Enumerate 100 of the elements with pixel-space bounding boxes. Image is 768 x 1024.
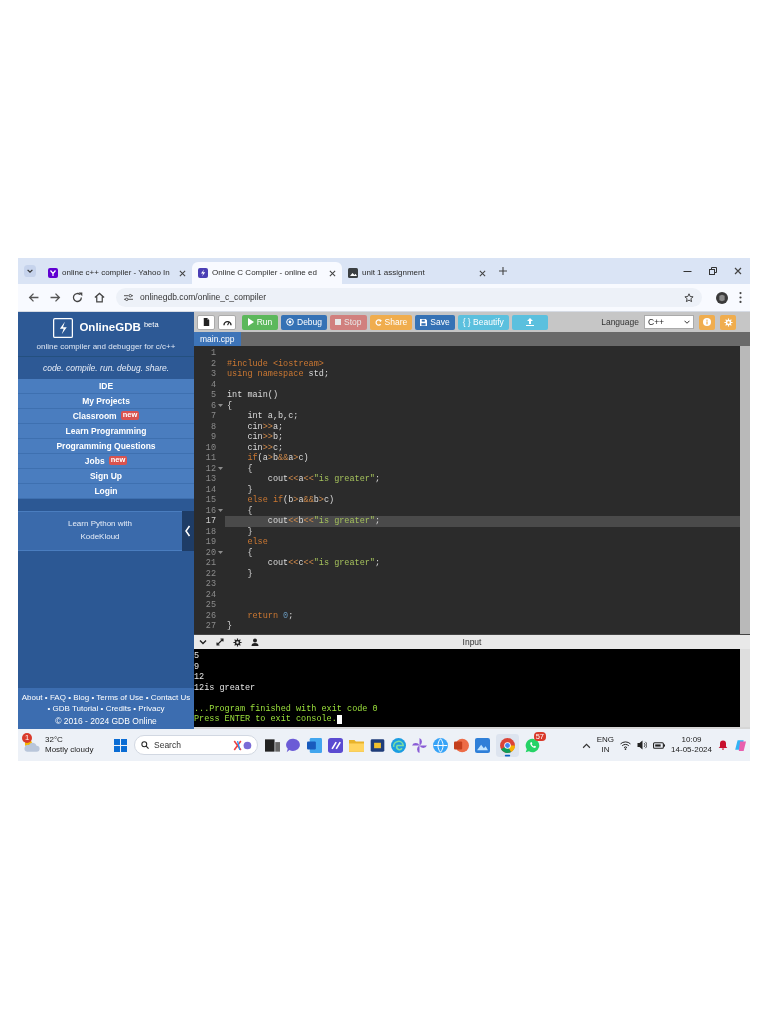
footer-link[interactable]: Credits <box>105 704 131 714</box>
browser-tab[interactable]: Online C Compiler - online ed <box>192 262 342 284</box>
expand-arrows-icon[interactable] <box>216 638 224 646</box>
plus-icon[interactable] <box>499 267 507 275</box>
caret-icon <box>684 320 690 324</box>
doodle-illustration-icon <box>233 740 252 751</box>
wifi-icon[interactable] <box>620 740 632 750</box>
footer-link[interactable]: Blog <box>73 692 90 702</box>
promo-banner[interactable]: Learn Python with KodeKloud <box>18 510 182 551</box>
swirl-circle-icon[interactable] <box>391 737 406 753</box>
chevron-down-icon[interactable] <box>24 265 36 277</box>
profile-icon[interactable] <box>716 291 728 304</box>
line-number: 9 <box>209 432 216 443</box>
line-number: 25 <box>204 600 216 611</box>
toolbar-button[interactable]: Debug <box>281 314 328 330</box>
code-line: else <box>246 537 269 548</box>
gauge-button[interactable] <box>218 314 236 330</box>
back-arrow-icon[interactable] <box>28 292 39 303</box>
phone-bubble-icon[interactable] <box>525 737 540 753</box>
browser-tab[interactable]: unit 1 assignment <box>342 262 492 284</box>
console-line: 5 <box>194 651 200 662</box>
console-line: ...Program finished with exit code 0 <box>194 703 378 714</box>
fold-caret-icon[interactable] <box>218 509 223 513</box>
bullet-separator: • <box>44 692 48 702</box>
fold-caret-icon[interactable] <box>218 551 223 555</box>
weather-condition: Mostly cloudy <box>45 745 94 755</box>
speaker-icon[interactable] <box>637 740 648 750</box>
file-icon <box>202 318 210 326</box>
code-line: cin>>c; <box>246 442 285 453</box>
site-settings-icon[interactable] <box>124 293 133 302</box>
photo-app-icon[interactable] <box>475 737 490 753</box>
upload-icon <box>525 318 534 326</box>
line-number: 12 <box>204 463 216 474</box>
clock-time[interactable]: 10:09 <box>681 735 702 745</box>
footer-link[interactable]: About <box>21 692 43 702</box>
line-number: 26 <box>204 610 216 621</box>
footer-link[interactable]: GDB Tutorial <box>52 704 99 714</box>
code-line: } <box>246 568 254 579</box>
code-editor[interactable] <box>194 346 750 634</box>
line-number: 1 <box>209 348 216 359</box>
line-number: 14 <box>204 484 216 495</box>
input-language[interactable]: ENG <box>596 735 615 745</box>
square-logo-icon <box>48 268 58 278</box>
chat-bubble-icon[interactable] <box>286 737 301 753</box>
battery-icon[interactable] <box>653 741 666 749</box>
start-grid-icon[interactable] <box>114 738 127 752</box>
close-icon[interactable] <box>734 267 742 275</box>
close-icon[interactable] <box>479 269 486 277</box>
pinwheel-icon[interactable] <box>412 737 427 753</box>
line-number: 24 <box>204 589 216 600</box>
address-field[interactable]: onlinegdb.com/online_c_compiler <box>116 288 702 307</box>
browser-tab[interactable]: online c++ compiler - Yahoo In <box>42 262 192 284</box>
target-icon <box>286 318 294 326</box>
language-select[interactable]: C++ <box>644 315 694 329</box>
home-icon[interactable] <box>94 292 105 303</box>
close-icon[interactable] <box>179 269 186 277</box>
code-line: { <box>246 463 254 474</box>
chevron-up-icon[interactable] <box>581 741 591 749</box>
search-field[interactable]: Search <box>134 735 258 755</box>
toolbar-button[interactable]: Save <box>415 314 455 330</box>
close-icon[interactable] <box>329 269 336 277</box>
code-line: int main() <box>226 390 279 401</box>
minimize-icon[interactable] <box>683 270 692 272</box>
file-button[interactable] <box>197 314 215 330</box>
footer-link[interactable]: Terms of Use <box>96 692 144 702</box>
fold-caret-icon[interactable] <box>218 467 223 471</box>
clock-date[interactable]: 14-05-2024 <box>671 745 712 755</box>
file-tab[interactable]: main.cpp <box>194 332 241 346</box>
person-icon[interactable] <box>251 638 259 646</box>
footer-link[interactable]: Privacy <box>138 704 165 714</box>
presentation-app-icon[interactable] <box>454 737 469 753</box>
language-label: Language <box>601 316 639 328</box>
console-line: 12is greater <box>194 682 256 693</box>
document-app-icon[interactable] <box>307 737 322 753</box>
console-line: Press ENTER to exit console. <box>194 714 337 725</box>
code-line: cout<<a<<"is greater"; <box>266 474 382 485</box>
footer-link[interactable]: FAQ <box>49 692 66 702</box>
fold-caret-icon[interactable] <box>218 404 223 408</box>
reload-icon[interactable] <box>72 292 83 303</box>
vertical-scrollbar[interactable] <box>740 346 750 634</box>
more-menu-icon[interactable] <box>739 292 742 303</box>
restore-icon[interactable] <box>709 267 717 275</box>
footer-link[interactable]: Contact Us <box>150 692 191 702</box>
slash-tile-icon[interactable] <box>328 737 343 753</box>
curved-arrow-icon <box>374 318 382 326</box>
input-region[interactable]: IN <box>601 745 610 755</box>
globe-icon[interactable] <box>433 737 448 753</box>
chevron-down-icon[interactable] <box>199 639 207 645</box>
stacked-windows-icon[interactable] <box>265 737 280 753</box>
line-number: 22 <box>204 568 216 579</box>
code-line: using namespace std; <box>226 369 331 380</box>
console-scrollbar[interactable] <box>740 649 750 727</box>
shopping-tile-icon[interactable] <box>370 737 385 753</box>
bell-icon[interactable] <box>718 740 728 750</box>
star-icon[interactable] <box>684 292 694 303</box>
line-number: 23 <box>204 579 216 590</box>
ribbon-app-icon[interactable] <box>734 739 746 751</box>
forward-arrow-icon[interactable] <box>50 292 61 303</box>
chevron-left-icon[interactable] <box>182 511 194 551</box>
gear-icon[interactable] <box>233 637 242 647</box>
